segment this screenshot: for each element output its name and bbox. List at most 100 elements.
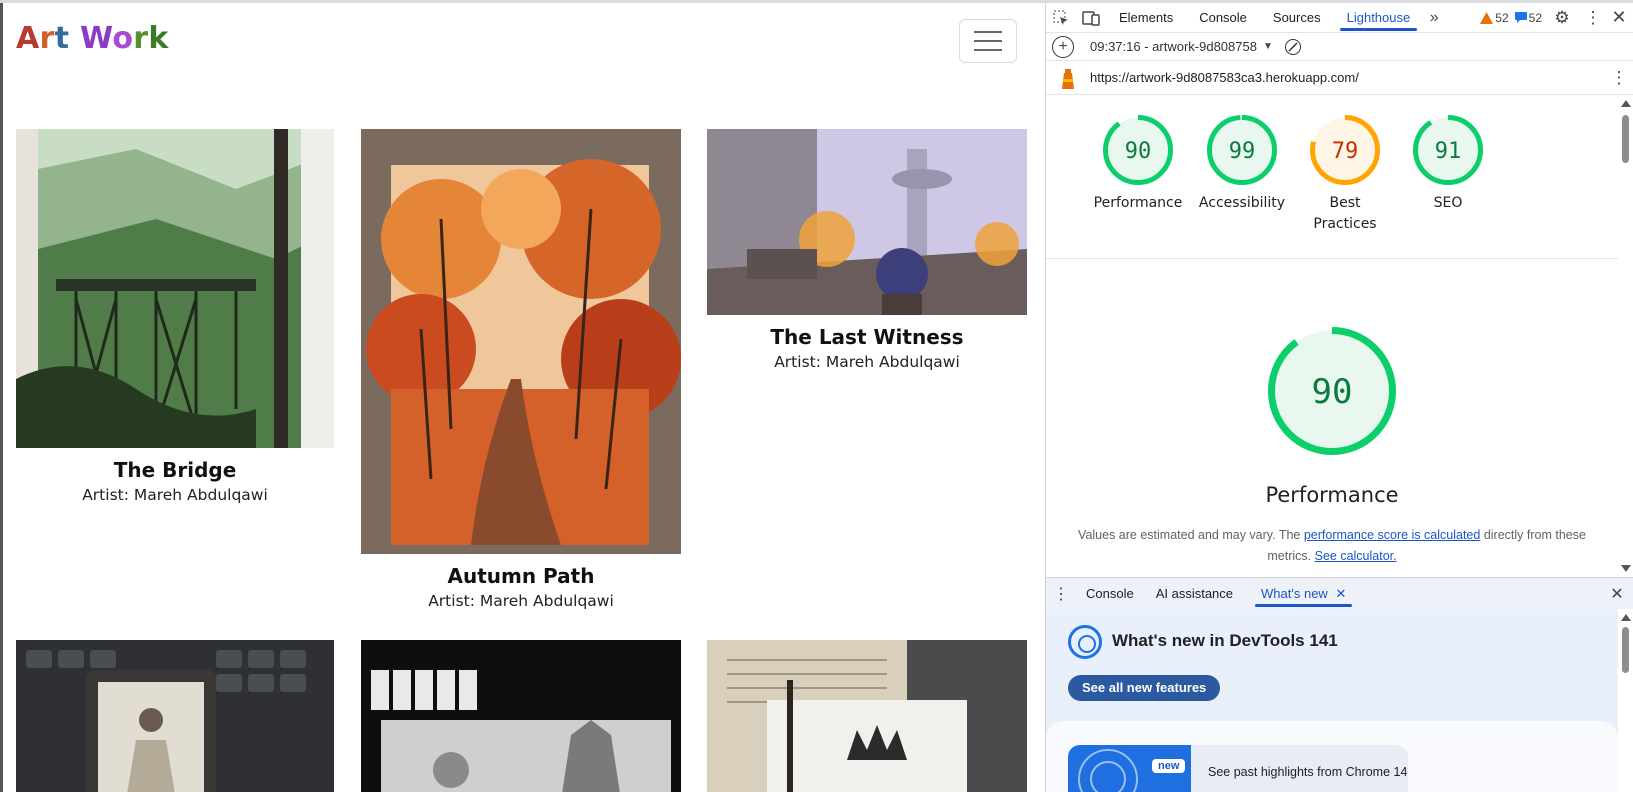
artwork-card[interactable]: The Bridge Artist: Mareh Abdulqawi: [16, 129, 334, 504]
artwork-title: The Last Witness: [770, 325, 964, 349]
divider: [1046, 258, 1618, 259]
artwork-card[interactable]: [361, 640, 681, 792]
artwork-card[interactable]: Autumn Path Artist: Mareh Abdulqawi: [361, 129, 681, 610]
artwork-image[interactable]: [361, 640, 681, 792]
gauge-label: Best Practices: [1313, 195, 1377, 232]
brand-letter: k: [148, 21, 169, 56]
gauge-ring: 90: [1103, 115, 1173, 185]
dropdown-caret-icon[interactable]: ▼: [1263, 41, 1273, 52]
drawer-scrollbar-thumb[interactable]: [1622, 627, 1629, 673]
drawer-menu-kebab-icon[interactable]: ⋮: [1046, 584, 1076, 604]
devtools-logo-icon: [1068, 625, 1102, 659]
warning-triangle-icon: [1480, 11, 1494, 24]
scroll-down-arrow-icon[interactable]: [1621, 565, 1631, 572]
message-icon: [1514, 12, 1527, 23]
report-scrollbar[interactable]: [1618, 95, 1633, 577]
warnings-count: 52: [1495, 10, 1509, 25]
brand-logo[interactable]: Art Work: [16, 21, 169, 56]
artwork-image[interactable]: [707, 129, 1027, 315]
highlights-thumbnail: new: [1068, 745, 1191, 792]
artwork-card[interactable]: [707, 640, 1027, 792]
devtools-tab-bar: Elements Console Sources Lighthouse » 52…: [1046, 3, 1633, 33]
drawer-tab-bar: ⋮ Console AI assistance What's new ✕ ✕: [1046, 577, 1633, 609]
performance-note: Values are estimated and may vary. The p…: [1076, 525, 1588, 567]
artwork-card[interactable]: The Last Witness Artist: Mareh Abdulqawi: [707, 129, 1027, 371]
tab-elements[interactable]: Elements: [1106, 3, 1186, 33]
artwork-image-portrait: [16, 640, 334, 792]
gauge-label: Accessibility: [1198, 195, 1286, 211]
gauge-ring: 91: [1413, 115, 1483, 185]
drawer-scrollbar[interactable]: [1618, 609, 1633, 792]
tab-lighthouse[interactable]: Lighthouse: [1334, 3, 1424, 33]
menu-toggle-button[interactable]: [959, 19, 1017, 63]
see-calculator-link[interactable]: See calculator.: [1315, 549, 1397, 563]
drawer-tab-whats-new[interactable]: What's new ✕: [1249, 579, 1358, 609]
scroll-up-arrow-icon[interactable]: [1621, 614, 1631, 621]
website-viewport: Art Work The Bridge Artist: Mareh Abdulq…: [0, 3, 1028, 792]
report-menu-kebab-icon[interactable]: ⋮: [1604, 68, 1633, 88]
brand-letter: W: [80, 21, 113, 56]
device-toolbar-icon[interactable]: [1076, 10, 1106, 26]
report-selector[interactable]: 09:37:16 - artwork-9d808758: [1090, 39, 1257, 54]
screenshot-root: Art Work The Bridge Artist: Mareh Abdulq…: [0, 0, 1633, 792]
warnings-badge[interactable]: 52: [1480, 10, 1509, 25]
note-prefix: Values are estimated and may vary. The: [1078, 528, 1304, 542]
tab-console[interactable]: Console: [1186, 3, 1260, 33]
close-drawer-icon[interactable]: ✕: [1600, 584, 1633, 604]
report-scrollbar-thumb[interactable]: [1622, 115, 1629, 163]
brand-letter: o: [112, 21, 134, 56]
thumbnail-ring: [1090, 761, 1126, 792]
performance-score-link[interactable]: performance score is calculated: [1304, 528, 1480, 542]
new-report-plus-icon[interactable]: +: [1052, 35, 1074, 58]
settings-gear-icon[interactable]: ⚙: [1542, 8, 1582, 28]
inspect-element-icon[interactable]: [1046, 10, 1076, 26]
whats-new-panel: What's new in DevTools 141 See all new f…: [1046, 609, 1618, 792]
lighthouse-toolbar: + 09:37:16 - artwork-9d808758 ▼: [1046, 33, 1633, 61]
see-all-features-button[interactable]: See all new features: [1068, 675, 1221, 701]
score-gauge-performance[interactable]: 90 Performance: [1090, 115, 1186, 214]
tab-sources[interactable]: Sources: [1260, 3, 1334, 33]
gauge-score: 99: [1229, 139, 1256, 164]
artwork-artist: Artist: Mareh Abdulqawi: [428, 592, 614, 610]
artwork-image[interactable]: [707, 640, 1027, 792]
main-performance-gauge: 90: [1268, 327, 1396, 460]
artwork-image[interactable]: [361, 129, 681, 554]
devtools-panel: Elements Console Sources Lighthouse » 52…: [1045, 3, 1633, 792]
gauge-score: 79: [1332, 139, 1359, 164]
artwork-image-last-witness: [707, 129, 1027, 315]
artwork-image-bridge: [16, 129, 334, 448]
score-gauge-seo[interactable]: 91 SEO: [1400, 115, 1496, 214]
whats-new-title: What's new in DevTools 141: [1112, 631, 1338, 650]
artwork-title: The Bridge: [113, 458, 237, 482]
gauge-ring: 79: [1310, 115, 1380, 185]
audited-url[interactable]: https://artwork-9d8087583ca3.herokuapp.c…: [1090, 70, 1359, 85]
brand-letter: [69, 21, 80, 56]
artwork-artist: Artist: Mareh Abdulqawi: [82, 486, 268, 504]
past-highlights-item[interactable]: new See past highlights from Chrome 140: [1068, 745, 1408, 792]
gauge-score: 90: [1125, 139, 1152, 164]
artwork-title: Autumn Path: [447, 564, 595, 588]
messages-badge[interactable]: 52: [1514, 10, 1542, 25]
artwork-image-piano-sketch: [361, 640, 681, 792]
messages-count: 52: [1528, 10, 1542, 25]
drawer-tab-console[interactable]: Console: [1076, 579, 1144, 609]
artwork-image-autumn: [361, 129, 681, 554]
score-gauge-accessibility[interactable]: 99 Accessibility: [1194, 115, 1290, 214]
gauge-label: Performance: [1093, 195, 1183, 211]
drawer-tab-ai-assistance[interactable]: AI assistance: [1144, 579, 1245, 609]
kebab-menu-icon[interactable]: ⋮: [1582, 8, 1604, 28]
artwork-card[interactable]: [16, 640, 334, 792]
artwork-image[interactable]: [16, 129, 334, 448]
hamburger-icon-bar: [974, 40, 1002, 42]
more-tabs-icon[interactable]: »: [1423, 9, 1445, 27]
lighthouse-url-bar: https://artwork-9d8087583ca3.herokuapp.c…: [1046, 61, 1633, 95]
close-devtools-icon[interactable]: ✕: [1604, 7, 1633, 28]
main-gauge-label: Performance: [1265, 483, 1399, 507]
artwork-image[interactable]: [16, 640, 334, 792]
close-tab-icon[interactable]: ✕: [1335, 586, 1346, 601]
scroll-up-arrow-icon[interactable]: [1621, 100, 1631, 107]
brand-letter: A: [16, 21, 40, 56]
clear-reports-icon[interactable]: [1284, 38, 1301, 55]
score-gauge-best-practices[interactable]: 79 Best Practices: [1297, 115, 1393, 235]
lighthouse-logo-icon: [1062, 68, 1074, 89]
